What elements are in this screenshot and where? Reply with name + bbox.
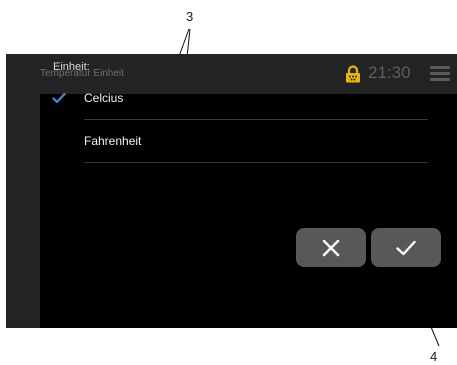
cancel-button[interactable] — [296, 228, 366, 267]
divider — [84, 162, 428, 163]
confirm-button[interactable] — [371, 228, 441, 267]
callout-number-3: 3 — [186, 9, 194, 24]
divider — [84, 119, 428, 120]
callout-number-4: 4 — [430, 349, 438, 364]
option-label: Fahrenheit — [84, 134, 142, 148]
close-icon — [322, 239, 340, 257]
option-fahrenheit[interactable]: Fahrenheit — [34, 122, 434, 163]
unit-label: Einheit: — [53, 61, 90, 73]
check-icon — [52, 92, 66, 104]
option-label: Celcius — [84, 91, 124, 105]
option-celsius[interactable]: Celcius — [34, 79, 434, 120]
check-icon — [396, 240, 416, 256]
